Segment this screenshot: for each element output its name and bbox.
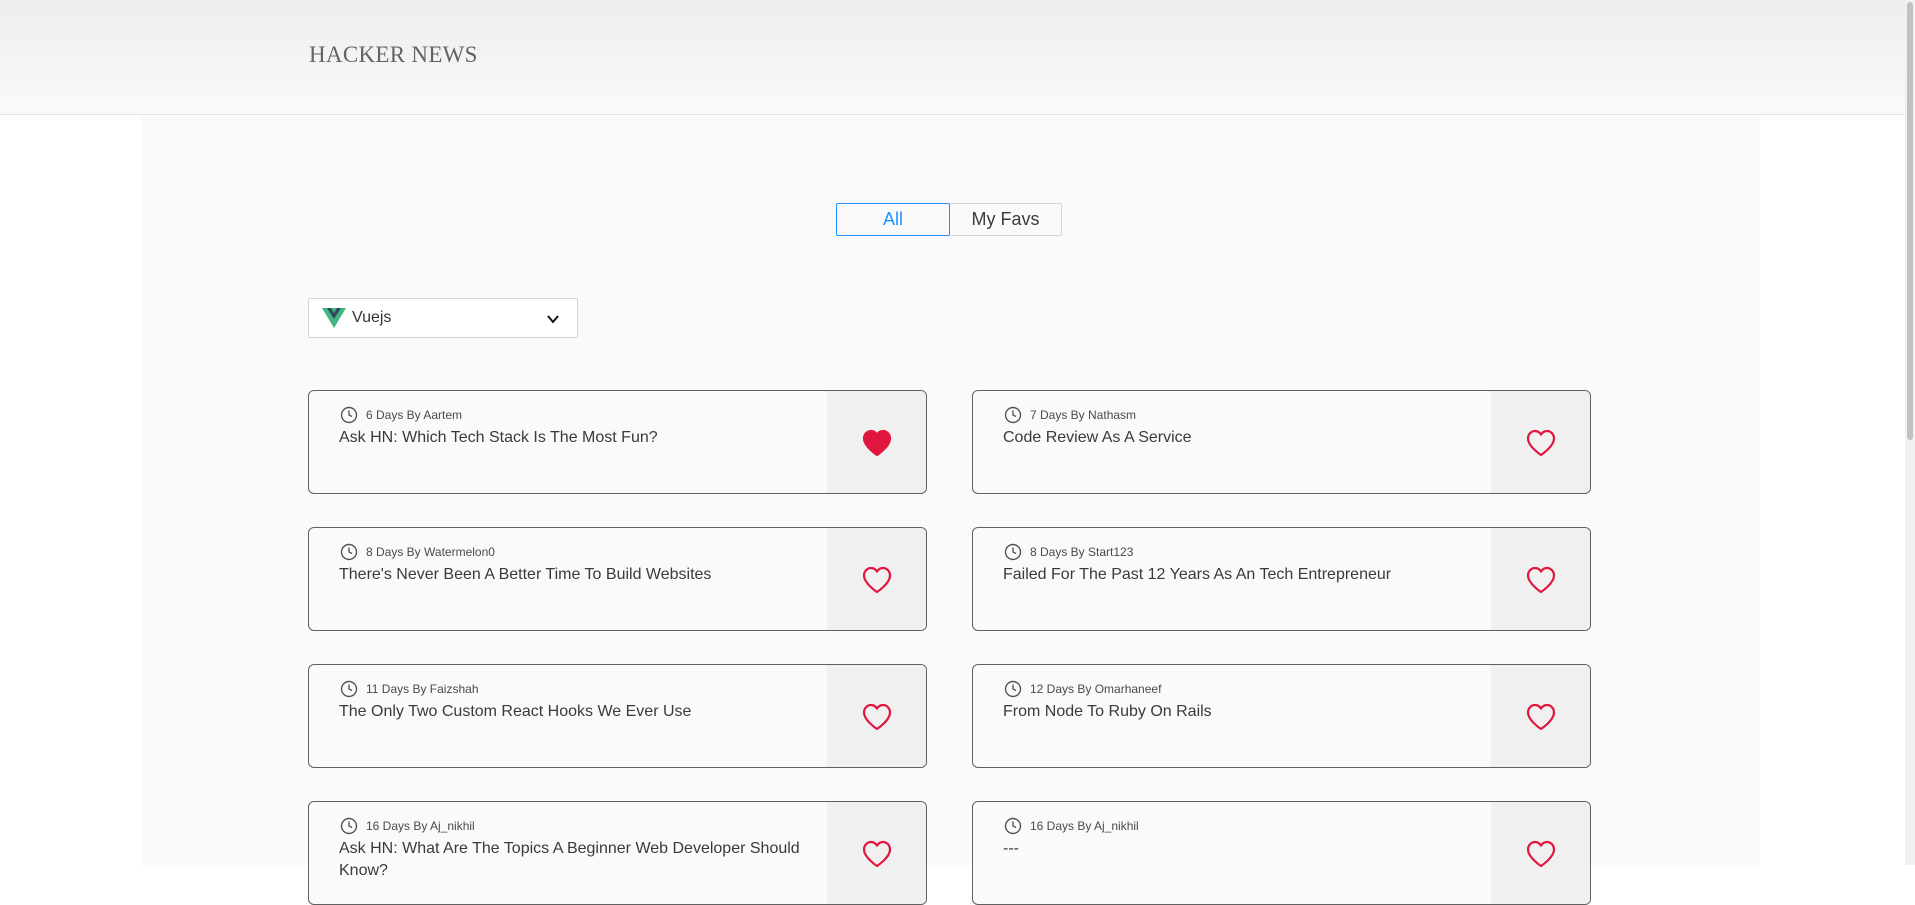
post-meta: 8 Days By Start123: [1004, 543, 1133, 561]
post-title[interactable]: Code Review As A Service: [1003, 427, 1473, 449]
scrollbar-thumb[interactable]: [1907, 2, 1913, 440]
post-card[interactable]: 16 Days By Aj_nikhil Ask HN: What Are The…: [308, 801, 927, 905]
post-meta-text: 6 Days By Aartem: [366, 408, 463, 422]
post-title[interactable]: ---: [1003, 838, 1473, 860]
heart-outline-icon: [1526, 703, 1555, 731]
post-title[interactable]: There's Never Been A Better Time To Buil…: [339, 564, 809, 586]
framework-select-value: Vuejs: [352, 309, 392, 326]
favorite-button[interactable]: [1491, 528, 1590, 630]
post-meta-text: 8 Days By Watermelon0: [366, 545, 495, 559]
post-meta-text: 7 Days By Nathasm: [1030, 408, 1137, 422]
post-meta: 16 Days By Aj_nikhil: [1004, 817, 1139, 835]
clock-icon: [340, 680, 358, 698]
post-card[interactable]: 11 Days By Faizshah The Only Two Custom R…: [308, 664, 927, 768]
clock-icon: [1004, 406, 1022, 424]
post-card[interactable]: 7 Days By Nathasm Code Review As A Servic…: [972, 390, 1591, 494]
post-meta-text: 16 Days By Aj_nikhil: [366, 819, 475, 833]
post-meta-text: 16 Days By Aj_nikhil: [1030, 819, 1139, 833]
tab-my-favs[interactable]: My Favs: [950, 203, 1062, 236]
post-title[interactable]: Ask HN: What Are The Topics A Beginner W…: [339, 838, 809, 882]
post-card[interactable]: 8 Days By Watermelon0 There's Never Been …: [308, 527, 927, 631]
post-card[interactable]: 6 Days By Aartem Ask HN: Which Tech Stack…: [308, 390, 927, 494]
chevron-down-icon: [547, 315, 559, 324]
heart-outline-icon: [1526, 429, 1555, 457]
post-title[interactable]: Ask HN: Which Tech Stack Is The Most Fun…: [339, 427, 809, 449]
post-meta: 7 Days By Nathasm: [1004, 406, 1136, 424]
heart-filled-icon: [862, 429, 891, 457]
post-meta: 8 Days By Watermelon0: [340, 543, 495, 561]
post-meta: 6 Days By Aartem: [340, 406, 462, 424]
vue-logo-icon: [322, 308, 346, 328]
post-meta-text: 8 Days By Start123: [1030, 545, 1134, 559]
favorite-button[interactable]: [827, 802, 926, 904]
post-card[interactable]: 12 Days By Omarhaneef From Node To Ruby O…: [972, 664, 1591, 768]
clock-icon: [340, 817, 358, 835]
scrollbar[interactable]: [1905, 0, 1915, 865]
post-meta: 11 Days By Faizshah: [340, 680, 479, 698]
clock-icon: [1004, 543, 1022, 561]
post-meta: 12 Days By Omarhaneef: [1004, 680, 1161, 698]
post-title[interactable]: From Node To Ruby On Rails: [1003, 701, 1473, 723]
clock-icon: [340, 406, 358, 424]
favorite-button[interactable]: [827, 391, 926, 493]
app-header: HACKER NEWS: [0, 0, 1905, 115]
view-tabs: All My Favs: [836, 203, 1062, 236]
favorite-button[interactable]: [1491, 802, 1590, 904]
clock-icon: [1004, 680, 1022, 698]
heart-outline-icon: [862, 703, 891, 731]
favorite-button[interactable]: [827, 665, 926, 767]
clock-icon: [340, 543, 358, 561]
post-title[interactable]: The Only Two Custom React Hooks We Ever …: [339, 701, 809, 723]
clock-icon: [1004, 817, 1022, 835]
post-meta-text: 12 Days By Omarhaneef: [1030, 682, 1162, 696]
framework-select[interactable]: Vuejs: [308, 298, 578, 338]
heart-outline-icon: [862, 840, 891, 868]
heart-outline-icon: [1526, 840, 1555, 868]
brand-title[interactable]: HACKER NEWS: [309, 42, 478, 68]
favorite-button[interactable]: [827, 528, 926, 630]
post-title[interactable]: Failed For The Past 12 Years As An Tech …: [1003, 564, 1473, 586]
favorite-button[interactable]: [1491, 665, 1590, 767]
heart-outline-icon: [862, 566, 891, 594]
post-card[interactable]: 16 Days By Aj_nikhil ---: [972, 801, 1591, 905]
post-card[interactable]: 8 Days By Start123 Failed For The Past 12…: [972, 527, 1591, 631]
post-meta: 16 Days By Aj_nikhil: [340, 817, 475, 835]
tab-all[interactable]: All: [836, 203, 950, 236]
heart-outline-icon: [1526, 566, 1555, 594]
post-meta-text: 11 Days By Faizshah: [366, 682, 479, 696]
favorite-button[interactable]: [1491, 391, 1590, 493]
